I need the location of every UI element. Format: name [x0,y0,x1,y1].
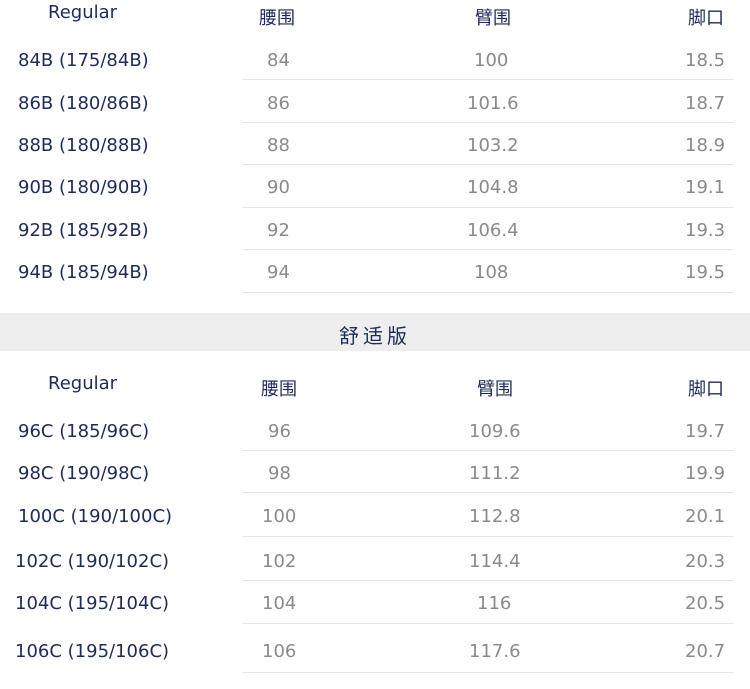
row-divider [243,122,733,123]
size-table-top: Regular 腰围 臂围 脚口 84B (175/84B) 84 100 18… [0,0,750,300]
table-row-arm: 109.6 [469,421,521,442]
header-waist: 腰围 [259,8,295,29]
table-row-waist: 106 [262,641,297,662]
table-row-hem: 19.7 [685,421,726,442]
header-hem: 脚口 [688,379,724,400]
table-row-waist: 88 [267,135,290,156]
table-row-arm: 108 [474,262,509,283]
row-divider [243,536,733,537]
fit-band-title: 舒适版 [339,324,411,348]
row-divider [243,79,733,80]
table-row-waist: 98 [268,463,291,484]
size-table-bottom: Regular 腰围 臂围 脚口 96C (185/96C) 96 109.6 … [0,360,750,689]
header-regular: Regular [48,373,118,394]
header-regular: Regular [48,2,118,23]
table-row-size: 90B (180/90B) [18,177,149,198]
row-divider [243,623,733,624]
table-row-hem: 18.5 [685,50,726,71]
row-divider [243,672,733,673]
table-row-arm: 117.6 [469,641,521,662]
table-row-size: 94B (185/94B) [18,262,149,283]
table-row-size: 92B (185/92B) [18,220,149,241]
table-row-waist: 84 [267,50,290,71]
table-row-hem: 19.3 [685,220,726,241]
table-row-size: 98C (190/98C) [18,463,150,484]
table-row-waist: 96 [268,421,291,442]
row-divider [243,292,733,293]
table-row-hem: 19.1 [685,177,726,198]
table-row-arm: 103.2 [467,135,519,156]
table-row-waist: 92 [267,220,290,241]
table-row-hem: 20.1 [685,506,726,527]
table-row-waist: 90 [267,177,290,198]
header-arm: 臂围 [475,8,511,29]
table-row-hem: 20.7 [685,641,726,662]
table-row-size: 84B (175/84B) [18,50,149,71]
header-waist: 腰围 [261,379,297,400]
fit-band: 舒适版 [0,313,750,351]
table-row-size: 100C (190/100C) [18,506,173,527]
table-row-size: 88B (180/88B) [18,135,149,156]
table-row-hem: 18.9 [685,135,726,156]
table-row-arm: 116 [477,593,512,614]
table-row-arm: 100 [474,50,509,71]
table-row-hem: 18.7 [685,93,726,114]
header-arm: 臂围 [477,379,513,400]
table-row-waist: 100 [262,506,297,527]
table-row-arm: 111.2 [469,463,521,484]
table-row-arm: 114.4 [469,551,521,572]
table-row-arm: 101.6 [467,93,519,114]
table-row-waist: 86 [267,93,290,114]
row-divider [243,580,733,581]
row-divider [243,207,733,208]
table-row-hem: 19.9 [685,463,726,484]
table-row-arm: 112.8 [469,506,521,527]
table-row-size: 86B (180/86B) [18,93,149,114]
table-row-waist: 102 [262,551,297,572]
table-row-hem: 19.5 [685,262,726,283]
row-divider [243,450,733,451]
table-row-arm: 104.8 [467,177,519,198]
table-row-size: 106C (195/106C) [15,641,170,662]
row-divider [243,492,733,493]
table-row-hem: 20.3 [685,551,726,572]
table-row-waist: 94 [267,262,290,283]
table-row-size: 102C (190/102C) [15,551,170,572]
table-row-hem: 20.5 [685,593,726,614]
table-row-waist: 104 [262,593,297,614]
table-row-arm: 106.4 [467,220,519,241]
header-hem: 脚口 [688,8,724,29]
row-divider [243,249,733,250]
table-row-size: 104C (195/104C) [15,593,170,614]
row-divider [243,164,733,165]
table-row-size: 96C (185/96C) [18,421,150,442]
